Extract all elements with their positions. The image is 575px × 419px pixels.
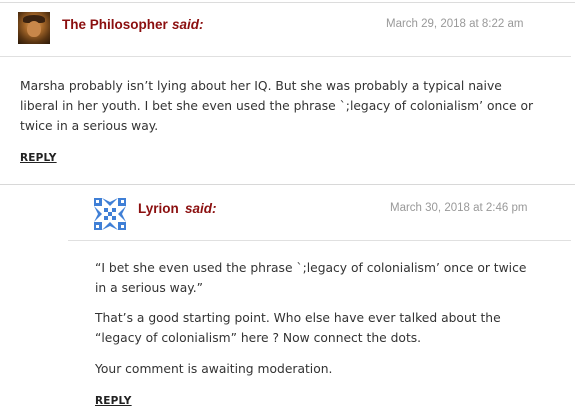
comment-header-divider (68, 240, 571, 241)
identicon-avatar-icon (94, 198, 126, 230)
comment-author[interactable]: The Philosopher (62, 17, 168, 32)
said-label: said: (172, 17, 204, 32)
top-border (0, 2, 575, 3)
comment-text-line: liberal in her youth. I bet she even use… (20, 99, 534, 113)
comment-text-line: twice in a serious way. (20, 119, 159, 133)
comment-text-line: “I bet she even used the phrase `;legacy… (95, 261, 527, 275)
comment-text-line: “legacy of colonialism” here ? Now conne… (95, 331, 422, 345)
comment-date[interactable]: March 30, 2018 at 2:46 pm (390, 202, 527, 214)
comment-author[interactable]: Lyrion (138, 201, 179, 216)
reply-link[interactable]: REPLY (95, 395, 132, 407)
comment-text-line: Marsha probably isn’t lying about her IQ… (20, 79, 502, 93)
comment-text-line: That’s a good starting point. Who else h… (95, 311, 501, 325)
reply-link[interactable]: REPLY (20, 152, 57, 164)
comment-text-line: in a serious way.” (95, 281, 204, 295)
comment-date[interactable]: March 29, 2018 at 8:22 am (386, 18, 523, 30)
comment-separator (0, 184, 575, 185)
moderation-notice: Your comment is awaiting moderation. (95, 362, 333, 376)
comment-header-divider (0, 56, 571, 57)
said-label: said: (185, 201, 217, 216)
portrait-avatar-icon (18, 12, 50, 44)
